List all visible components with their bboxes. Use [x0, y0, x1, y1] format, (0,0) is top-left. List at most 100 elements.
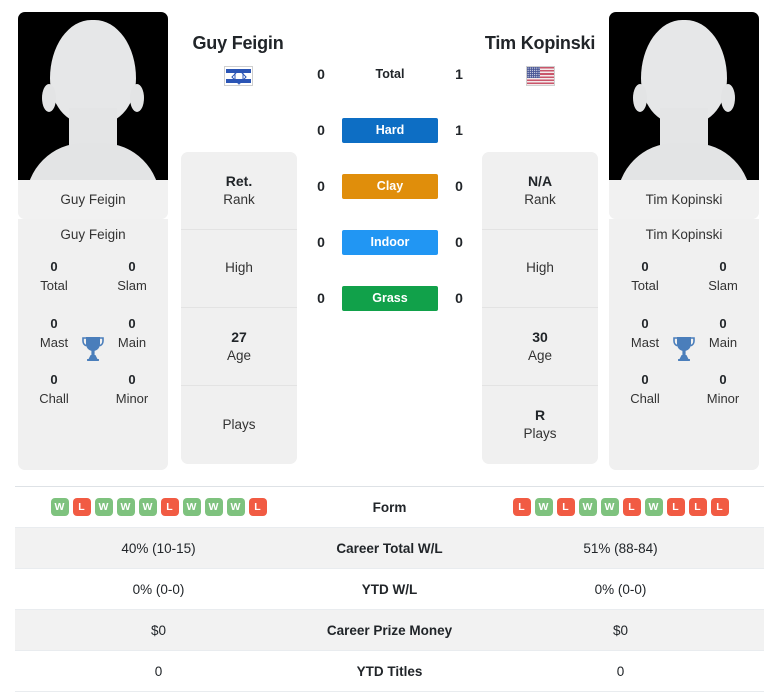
titles-value: 0: [719, 259, 727, 274]
form-badge-w: W: [644, 498, 663, 516]
h2h-left-score: 0: [317, 66, 325, 82]
rank-value: N/A: [527, 172, 553, 189]
table-row-prize-money: $0 Career Prize Money $0: [15, 609, 764, 651]
titles-value: 0: [50, 372, 58, 388]
titles-label: Main: [117, 334, 147, 350]
ytd-titles-right: 0: [616, 663, 625, 679]
player-photo-card-right[interactable]: Tim Kopinski: [609, 12, 759, 219]
h2h-surface-label[interactable]: Clay: [342, 173, 438, 199]
titles-label: Slam: [117, 277, 147, 293]
form-cell-right: LWLWWLWLLL: [477, 487, 764, 528]
row-label: YTD W/L: [361, 581, 418, 597]
titles-value: 0: [128, 315, 136, 331]
age-label: Age: [226, 347, 252, 363]
form-badge-w: W: [50, 498, 69, 516]
player-titles-card-right: Tim Kopinski 0 Total 0 Slam 0 Mast 0 Mai…: [609, 219, 759, 470]
silhouette-ear-right-icon: [130, 84, 144, 112]
h2h-left-score: 0: [317, 234, 325, 250]
form-badge-l: L: [666, 498, 685, 516]
row-label: Form: [372, 499, 407, 515]
player-photo-right: [609, 12, 759, 180]
titles-main-right: 0 Main: [693, 315, 753, 353]
titles-slam-left: 0 Slam: [102, 258, 162, 296]
silhouette-ear-left-icon: [633, 84, 647, 112]
info-rank-left: Ret. Rank: [181, 152, 297, 230]
info-plays-left: Plays: [181, 386, 297, 464]
h2h-surface-label[interactable]: Hard: [342, 117, 438, 143]
form-badge-l: L: [556, 498, 575, 516]
h2h-surface-label[interactable]: Grass: [342, 285, 438, 311]
h2h-left-score: 0: [317, 122, 325, 138]
titles-row: 0 Total 0 Slam: [615, 258, 753, 296]
player-name-left[interactable]: Guy Feigin: [148, 33, 328, 54]
high-label: High: [225, 260, 253, 276]
form-badge-l: L: [710, 498, 729, 516]
info-age-right: 30 Age: [482, 308, 598, 386]
table-row-ytd-titles: 0 YTD Titles 0: [15, 651, 764, 692]
titles-chall-right: 0 Chall: [615, 371, 675, 409]
titles-value: 0: [719, 372, 727, 388]
top-section: Guy Feigin Tim Kopinski Guy Feigin Tim K…: [0, 0, 779, 474]
form-strip-left: WLWWWLWWWL: [15, 498, 302, 516]
form-badge-w: W: [204, 498, 223, 516]
age-value: 27: [231, 328, 247, 345]
prize-money-right: $0: [612, 622, 629, 638]
titles-value: 0: [50, 315, 58, 331]
silhouette-ear-right-icon: [721, 84, 735, 112]
player-stats-table: WLWWWLWWWL Form LWLWWLWLLL 40% (10-15) C…: [15, 486, 764, 692]
h2h-right-score: 1: [455, 122, 463, 138]
form-badge-l: L: [72, 498, 91, 516]
plays-value: R: [534, 407, 546, 424]
trophy-icon: [673, 337, 695, 361]
titles-mast-right: 0 Mast: [615, 315, 675, 353]
row-label: YTD Titles: [356, 663, 423, 679]
player-name-right[interactable]: Tim Kopinski: [450, 33, 630, 54]
h2h-surface-label[interactable]: Indoor: [342, 229, 438, 255]
ytd-titles-left: 0: [154, 663, 163, 679]
israel-flag-icon: [224, 66, 253, 86]
info-high-right: High: [482, 230, 598, 308]
player-photo-caption-left: Guy Feigin: [18, 180, 168, 219]
h2h-surface-label: Total: [375, 67, 405, 81]
titles-label: Main: [708, 334, 738, 350]
form-badge-w: W: [578, 498, 597, 516]
rank-label: Rank: [524, 191, 556, 207]
form-badge-w: W: [226, 498, 245, 516]
titles-label: Minor: [115, 391, 149, 407]
info-plays-right: R Plays: [482, 386, 598, 464]
h2h-left-score: 0: [317, 178, 325, 194]
player-titles-card-left: Guy Feigin 0 Total 0 Slam 0 Mast 0 Main …: [18, 219, 168, 470]
silhouette-body-icon: [26, 143, 160, 180]
ytd-wl-left: 0% (0-0): [132, 581, 185, 597]
silhouette-ear-left-icon: [42, 84, 56, 112]
player-info-card-left: Ret. Rank High 27 Age Plays: [181, 152, 297, 464]
titles-label: Mast: [630, 334, 660, 350]
titles-value: 0: [719, 315, 727, 331]
titles-value: 0: [641, 259, 649, 274]
info-high-left: High: [181, 230, 297, 308]
form-badge-w: W: [138, 498, 157, 516]
titles-main-left: 0 Main: [102, 315, 162, 353]
titles-player-name-left: Guy Feigin: [60, 227, 126, 242]
h2h-row-total: 0 Total 1: [300, 60, 480, 88]
titles-row: 0 Total 0 Slam: [24, 258, 162, 296]
titles-label: Slam: [708, 277, 738, 293]
prize-money-left: $0: [150, 622, 167, 638]
ytd-wl-right: 0% (0-0): [594, 581, 647, 597]
titles-minor-left: 0 Minor: [102, 371, 162, 409]
player-photo-card-left[interactable]: Guy Feigin: [18, 12, 168, 219]
form-badge-w: W: [116, 498, 135, 516]
h2h-row-grass: 0 Grass 0: [300, 284, 480, 312]
row-label: Career Prize Money: [326, 622, 453, 638]
career-wl-left: 40% (10-15): [121, 540, 196, 556]
form-badge-l: L: [512, 498, 531, 516]
titles-label: Chall: [39, 391, 69, 407]
titles-row: 0 Chall 0 Minor: [615, 371, 753, 409]
form-badge-w: W: [600, 498, 619, 516]
titles-mast-left: 0 Mast: [24, 315, 84, 353]
form-badge-w: W: [182, 498, 201, 516]
usa-flag-icon: [526, 66, 555, 86]
form-badge-l: L: [160, 498, 179, 516]
titles-value: 0: [128, 259, 136, 274]
form-badge-l: L: [622, 498, 641, 516]
